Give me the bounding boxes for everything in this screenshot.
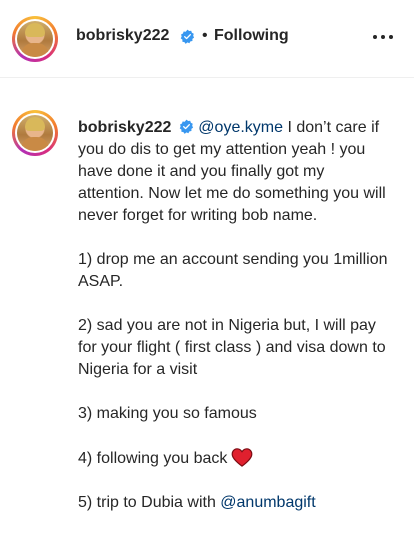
list-item-5-text: 5) trip to Dubia with — [78, 494, 221, 511]
list-item-3: 3) making you so famous — [78, 405, 257, 422]
more-options-icon[interactable] — [373, 35, 395, 43]
caption-intro: bobrisky222 @oye.kyme I don’t care if yo… — [78, 117, 390, 227]
list-item-4-text: 4) following you back — [78, 450, 228, 467]
caption-username[interactable]: bobrisky222 — [78, 119, 171, 136]
verified-badge-icon — [179, 119, 193, 134]
separator-dot: • — [202, 27, 208, 44]
list-item-5: 5) trip to Dubia with @anumbagift — [78, 492, 390, 514]
following-button[interactable]: Following — [214, 27, 289, 45]
mention-link-anumbagift[interactable]: @anumbagift — [220, 494, 315, 511]
caption-avatar[interactable] — [12, 110, 58, 156]
list-item-2: 2) sad you are not in Nigeria but, I wil… — [78, 317, 386, 378]
verified-badge-icon — [180, 29, 195, 44]
post-header: bobrisky222 • Following — [0, 0, 414, 78]
list-item-1: 1) drop me an account sending you 1milli… — [78, 251, 388, 290]
header-avatar[interactable] — [12, 16, 58, 62]
mention-link[interactable]: @oye.kyme — [198, 119, 283, 136]
red-heart-icon — [232, 448, 253, 467]
header-username[interactable]: bobrisky222 — [76, 27, 169, 45]
list-item-4: 4) following you back — [78, 447, 390, 470]
post-caption: bobrisky222 @oye.kyme I don’t care if yo… — [78, 117, 390, 514]
